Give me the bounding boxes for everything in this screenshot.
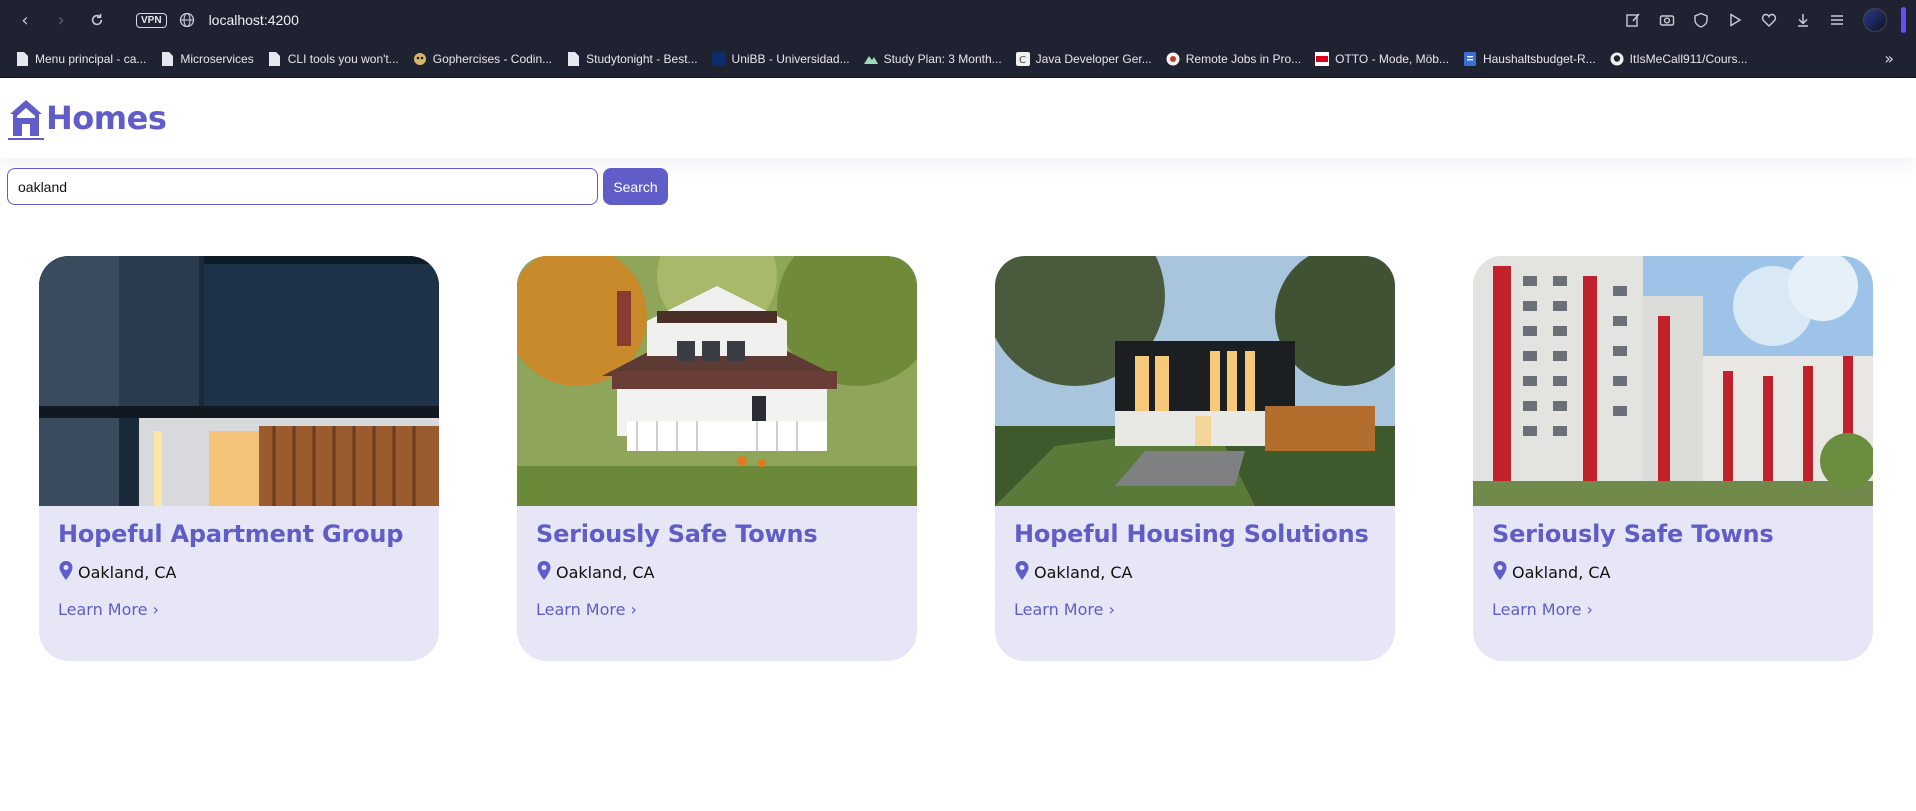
listing-title: Seriously Safe Towns: [536, 520, 818, 548]
bookmark-item[interactable]: OTTO - Mode, Möb...: [1308, 46, 1456, 72]
app-root: Homes Search Hopeful Apartment Gr: [0, 78, 1916, 811]
c-icon: C: [1015, 51, 1030, 66]
listing-card-body: Hopeful Housing Solutions Oakland, CA Le…: [995, 506, 1395, 619]
page-icon: [15, 51, 29, 66]
bookmarks-bar: Menu principal - ca... Microservices CLI…: [0, 40, 1916, 78]
github-icon: [1610, 52, 1624, 66]
listing-photo: [517, 256, 917, 506]
listing-card-body: Seriously Safe Towns Oakland, CA Learn M…: [517, 506, 917, 619]
listing-title: Hopeful Housing Solutions: [1014, 520, 1369, 548]
location-text: Oakland, CA: [78, 563, 177, 582]
listing-photo: [995, 256, 1395, 506]
brand-header: Homes: [0, 78, 1916, 158]
bookmark-item[interactable]: Study Plan: 3 Month...: [857, 46, 1009, 72]
mountain-icon: [863, 52, 878, 66]
location-pin-icon: [59, 561, 73, 580]
bookmark-label: CLI tools you won't...: [287, 51, 399, 66]
page-icon: [566, 51, 580, 66]
otto-icon: [1315, 51, 1330, 66]
gopher-icon: [413, 52, 427, 66]
location-pin-icon: [1493, 561, 1507, 580]
bookmark-item[interactable]: Haushaltsbudget-R...: [1456, 46, 1603, 72]
bookmark-item[interactable]: Remote Jobs in Pro...: [1159, 46, 1308, 72]
listing-card: Seriously Safe Towns Oakland, CA Learn M…: [517, 256, 917, 661]
bookmark-item[interactable]: CLI tools you won't...: [261, 46, 406, 72]
bookmark-label: UniBB - Universidad...: [731, 51, 850, 66]
back-icon[interactable]: ‹: [10, 5, 40, 35]
sidebar-accent: [1901, 7, 1906, 33]
download-icon[interactable]: [1789, 6, 1817, 34]
camera-icon[interactable]: [1653, 6, 1681, 34]
doc-icon: [1463, 51, 1477, 66]
location-pin-icon: [1015, 561, 1029, 580]
bookmark-label: Menu principal - ca...: [35, 51, 147, 66]
bookmarks-overflow-button[interactable]: »: [1884, 49, 1908, 68]
play-icon[interactable]: [1721, 6, 1749, 34]
location-text: Oakland, CA: [556, 563, 655, 582]
bookmark-label: Gophercises - Codin...: [432, 51, 553, 66]
learn-more-link[interactable]: Learn More ›: [536, 600, 637, 619]
listing-card-body: Seriously Safe Towns Oakland, CA Learn M…: [1473, 506, 1873, 619]
bookmark-item[interactable]: Microservices: [153, 46, 260, 72]
listing-title: Seriously Safe Towns: [1492, 520, 1774, 548]
location-text: Oakland, CA: [1034, 563, 1133, 582]
profile-avatar[interactable]: [1863, 8, 1887, 32]
reload-icon[interactable]: [82, 5, 112, 35]
bookmark-label: Study Plan: 3 Month...: [883, 51, 1002, 66]
listing-photo: [1473, 256, 1873, 506]
bookmark-label: Remote Jobs in Pro...: [1185, 51, 1302, 66]
page-icon: [268, 51, 282, 66]
shield-icon[interactable]: [1687, 6, 1715, 34]
bookmark-item[interactable]: UniBB - Universidad...: [705, 46, 857, 72]
search-bar: Search: [0, 158, 1916, 205]
bookmark-label: Studytonight - Best...: [586, 51, 698, 66]
listing-card: Hopeful Apartment Group Oakland, CA Lear…: [39, 256, 439, 661]
browser-chrome: ‹ › VPN localhost:4200 Menu principal - …: [0, 0, 1916, 78]
location-text: Oakland, CA: [1512, 563, 1611, 582]
heart-icon[interactable]: [1755, 6, 1783, 34]
logo[interactable]: Homes: [8, 96, 167, 140]
house-logo-icon: [8, 100, 44, 140]
listing-location: Oakland, CA: [1014, 560, 1376, 582]
listing-card-body: Hopeful Apartment Group Oakland, CA Lear…: [39, 506, 439, 619]
bookmark-label: Haushaltsbudget-R...: [1482, 51, 1596, 66]
bookmark-label: Java Developer Ger...: [1035, 51, 1152, 66]
learn-more-link[interactable]: Learn More ›: [1492, 600, 1593, 619]
bookmark-label: ItIsMeCall911/Cours...: [1629, 51, 1748, 66]
unibb-icon: [711, 51, 726, 66]
listing-photo: [39, 256, 439, 506]
bookmark-item[interactable]: ItIsMeCall911/Cours...: [1603, 46, 1755, 72]
bookmark-item[interactable]: Studytonight - Best...: [559, 46, 704, 72]
page-icon: [160, 51, 174, 66]
bookmark-label: Microservices: [180, 51, 254, 66]
location-pin-icon: [537, 561, 551, 580]
forward-icon[interactable]: ›: [46, 5, 76, 35]
listing-location: Oakland, CA: [1492, 560, 1854, 582]
listing-title: Hopeful Apartment Group: [58, 520, 404, 548]
listing-location: Oakland, CA: [58, 560, 420, 582]
vpn-badge[interactable]: VPN: [136, 12, 167, 28]
edit-icon[interactable]: [1619, 6, 1647, 34]
browser-toolbar: ‹ › VPN localhost:4200: [0, 0, 1916, 40]
bookmark-item[interactable]: Gophercises - Codin...: [406, 46, 559, 72]
bookmark-item[interactable]: C Java Developer Ger...: [1009, 46, 1159, 72]
bookmark-label: OTTO - Mode, Möb...: [1335, 51, 1449, 66]
listing-card: Hopeful Housing Solutions Oakland, CA Le…: [995, 256, 1395, 661]
address-bar[interactable]: localhost:4200: [209, 12, 299, 28]
listings-grid: Hopeful Apartment Group Oakland, CA Lear…: [39, 256, 1873, 661]
globe-icon: [179, 12, 194, 28]
listing-card: Seriously Safe Towns Oakland, CA Learn M…: [1473, 256, 1873, 661]
listing-location: Oakland, CA: [536, 560, 898, 582]
svg-text:C: C: [1019, 55, 1026, 66]
menu-icon[interactable]: [1823, 6, 1851, 34]
learn-more-link[interactable]: Learn More ›: [58, 600, 159, 619]
remote-icon: [1166, 52, 1180, 66]
search-input[interactable]: [7, 168, 598, 205]
search-button[interactable]: Search: [603, 168, 668, 205]
brand-title: Homes: [46, 99, 167, 137]
bookmark-item[interactable]: Menu principal - ca...: [8, 46, 153, 72]
learn-more-link[interactable]: Learn More ›: [1014, 600, 1115, 619]
